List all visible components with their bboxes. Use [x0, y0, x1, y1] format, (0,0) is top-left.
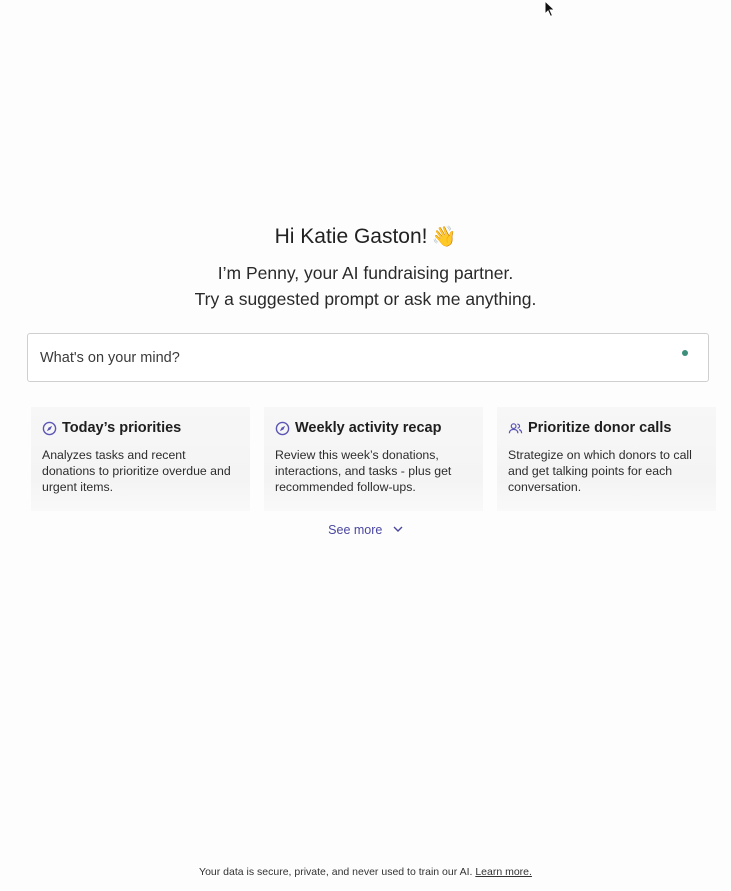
card-title: Prioritize donor calls — [528, 420, 672, 436]
greeting-heading: Hi Katie Gaston! 👋 — [0, 222, 731, 252]
prompt-card-todays-priorities[interactable]: Today’s priorities Analyzes tasks and re… — [31, 407, 250, 511]
compass-icon — [275, 421, 290, 435]
prompt-input[interactable] — [40, 334, 660, 381]
prompt-box[interactable] — [27, 333, 709, 382]
learn-more-link[interactable]: Learn more. — [475, 866, 532, 878]
card-description: Strategize on which donors to call and g… — [508, 448, 692, 494]
waving-hand-icon: 👋 — [431, 226, 457, 248]
privacy-text: Your data is secure, private, and never … — [199, 866, 473, 878]
chevron-down-icon — [393, 526, 403, 532]
card-description: Analyzes tasks and recent donations to p… — [42, 448, 231, 494]
intro-line-1: I’m Penny, your AI fundraising partner. — [217, 263, 514, 283]
people-icon — [508, 422, 523, 433]
see-more-label: See more — [328, 523, 383, 537]
prompt-card-weekly-activity-recap[interactable]: Weekly activity recap Review this week’s… — [264, 407, 483, 511]
card-title: Today’s priorities — [62, 420, 182, 436]
prompt-card-prioritize-donor-calls[interactable]: Prioritize donor calls Strategize on whi… — [497, 407, 716, 511]
privacy-footer: Your data is secure, private, and never … — [0, 866, 731, 878]
greeting-text: Hi Katie Gaston! — [274, 225, 428, 248]
assistant-intro: I’m Penny, your AI fundraising partner. … — [0, 260, 731, 312]
suggested-prompts: Today’s priorities Analyzes tasks and re… — [31, 407, 721, 511]
compass-icon — [42, 421, 57, 435]
card-description: Review this week’s donations, interactio… — [275, 448, 452, 494]
mouse-cursor-icon — [544, 0, 556, 18]
see-more-button[interactable]: See more — [0, 523, 731, 537]
intro-line-2: Try a suggested prompt or ask me anythin… — [194, 289, 537, 309]
status-dot-icon — [682, 350, 688, 356]
card-title: Weekly activity recap — [295, 420, 442, 436]
